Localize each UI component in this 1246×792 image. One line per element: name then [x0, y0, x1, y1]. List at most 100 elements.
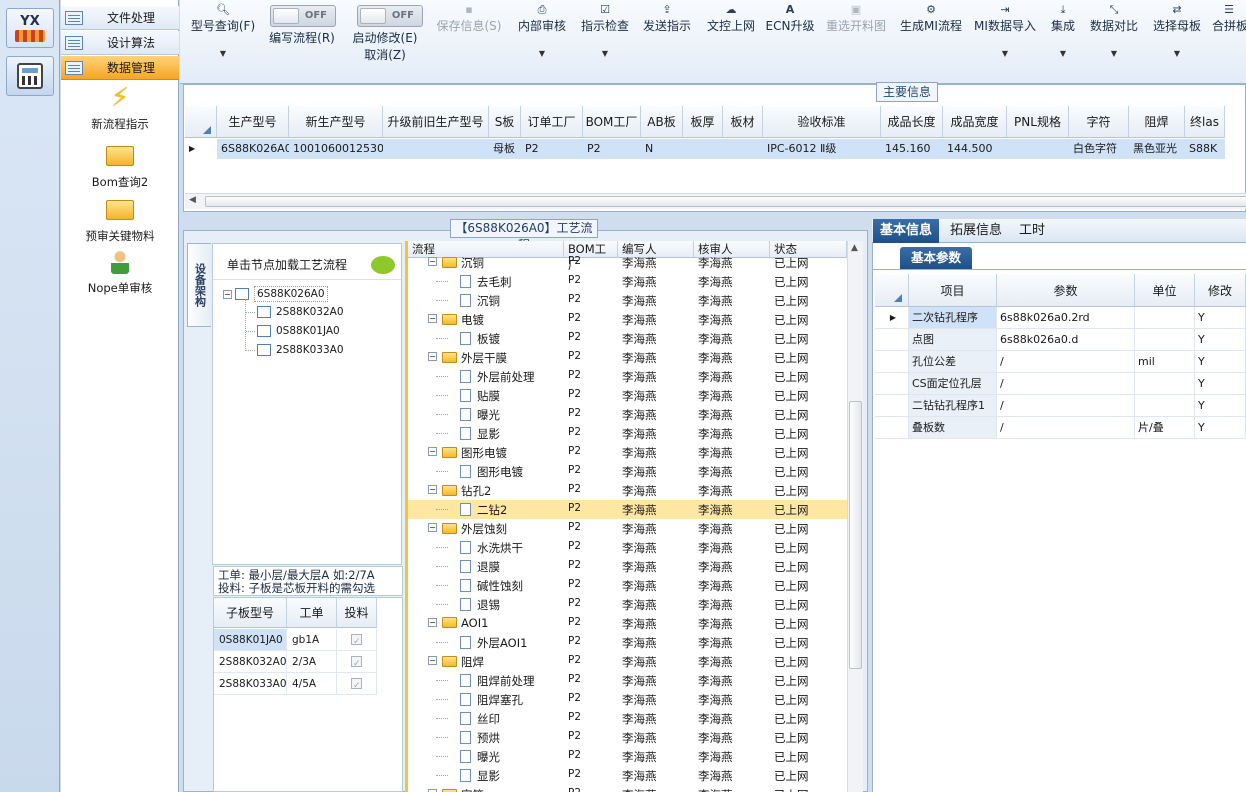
tool-key-material[interactable]: 预审关键物料	[61, 194, 179, 244]
grid-cell[interactable]: P2	[583, 139, 641, 159]
tool-nope-review[interactable]: Nope单审核	[61, 246, 179, 296]
process-row[interactable]: 水洗烘干 P2 李海燕 李海燕 已上网	[408, 538, 847, 557]
reselect-cutting-button[interactable]: ▣ 重选开料图	[821, 2, 891, 34]
column-header[interactable]: 单位	[1135, 274, 1195, 307]
column-header[interactable]: 生产型号	[217, 106, 289, 138]
param-edit[interactable]: Y	[1195, 351, 1246, 373]
sub-board-order[interactable]: 4/5A	[287, 673, 337, 695]
column-header[interactable]: 升级前旧生产型号	[383, 106, 489, 138]
tab-basic-params[interactable]: 基本参数	[900, 247, 972, 269]
sub-board-order[interactable]: 2/3A	[287, 651, 337, 673]
grid-cell[interactable]: S88K	[1185, 139, 1225, 159]
param-unit[interactable]: mil	[1135, 351, 1195, 373]
grid-cell[interactable]: 黑色亚光	[1129, 139, 1185, 159]
nav-item-file[interactable]: 文件处理	[61, 6, 179, 30]
column-header[interactable]: 阻焊	[1129, 106, 1185, 138]
scroll-up-icon[interactable]: ▲	[851, 243, 858, 253]
process-row[interactable]: 阻焊塞孔 P2 李海燕 李海燕 已上网	[408, 690, 847, 709]
param-item[interactable]: 孔位公差	[909, 351, 997, 373]
param-value[interactable]: /	[997, 395, 1135, 417]
send-instruction-button[interactable]: ⇪ 发送指示	[638, 2, 696, 34]
calculator-nav-button[interactable]	[6, 56, 54, 96]
checkbox-icon[interactable]	[351, 675, 362, 697]
grid-cell[interactable]: 母板	[489, 139, 521, 159]
grid-cell[interactable]	[723, 139, 763, 159]
collapse-icon[interactable]: −	[428, 447, 437, 456]
integrate-button[interactable]: ⤓ 集成 ▼	[1044, 2, 1082, 62]
column-header[interactable]: 参数	[997, 274, 1135, 307]
param-edit[interactable]: Y	[1195, 307, 1246, 329]
feed-checkbox[interactable]	[337, 673, 377, 697]
sub-board-model[interactable]: 2S88K033A0	[214, 673, 287, 695]
grid-cell[interactable]: 144.500	[943, 139, 1007, 159]
process-row[interactable]: − 钻孔2 P2 李海燕 李海燕 已上网	[408, 481, 847, 500]
grid-cell[interactable]: IPC-6012 Ⅱ级	[763, 139, 881, 159]
param-item[interactable]: 二钻钻孔程序1	[909, 395, 997, 417]
internal-review-button[interactable]: ⎙ 内部审核 ▼	[512, 2, 572, 62]
process-row[interactable]: − 阻焊 P2 李海燕 李海燕 已上网	[408, 652, 847, 671]
process-row[interactable]: − AOI1 P2 李海燕 李海燕 已上网	[408, 614, 847, 633]
sub-board-order[interactable]: gb1A	[287, 629, 337, 651]
param-edit[interactable]: Y	[1195, 329, 1246, 351]
grid-cell[interactable]: 6S88K026A0	[217, 139, 289, 159]
doc-control-online-button[interactable]: ☁ 文控上网	[701, 2, 761, 34]
process-row[interactable]: − 沉铜 P2 李海燕 李海燕 已上网	[408, 253, 847, 272]
ecn-upgrade-button[interactable]: A ECN升级	[764, 2, 816, 34]
param-edit[interactable]: Y	[1195, 373, 1246, 395]
save-info-button[interactable]: ▪ 保存信息(S)	[432, 2, 506, 34]
process-row[interactable]: 贴膜 P2 李海燕 李海燕 已上网	[408, 386, 847, 405]
model-query-button[interactable]: 🔍︎ 型号查询(F) ▼	[188, 2, 258, 62]
param-value[interactable]: /	[997, 351, 1135, 373]
mi-import-button[interactable]: ⇥ MI数据导入 ▼	[970, 2, 1040, 62]
column-header[interactable]: 投料	[337, 598, 377, 628]
scroll-left-icon[interactable]: ◀	[189, 195, 196, 205]
column-header[interactable]: 修改	[1195, 274, 1246, 307]
param-item[interactable]: 点图	[909, 329, 997, 351]
column-header[interactable]: 验收标准	[763, 106, 881, 138]
sub-board-model[interactable]: 0S88K01JA0	[214, 629, 287, 651]
process-row[interactable]: 图形电镀 P2 李海燕 李海燕 已上网	[408, 462, 847, 481]
process-row[interactable]: −字符P2李海燕李海燕已上网	[408, 785, 847, 792]
process-row[interactable]: 退锡 P2 李海燕 李海燕 已上网	[408, 595, 847, 614]
column-header[interactable]: 终las	[1185, 106, 1225, 138]
process-row[interactable]: 沉铜 P2 李海燕 李海燕 已上网	[408, 291, 847, 310]
data-compare-button[interactable]: ⤡ 数据对比 ▼	[1086, 2, 1142, 62]
process-row[interactable]: 预烘 P2 李海燕 李海燕 已上网	[408, 728, 847, 747]
checkbox-icon[interactable]	[351, 631, 362, 653]
collapse-icon[interactable]: −	[428, 257, 437, 266]
process-row[interactable]: 退膜 P2 李海燕 李海燕 已上网	[408, 557, 847, 576]
collapse-icon[interactable]: −	[428, 656, 437, 665]
scroll-thumb[interactable]	[205, 196, 1246, 207]
column-header[interactable]: 成品宽度	[943, 106, 1007, 138]
tool-new-process[interactable]: ⚡ 新流程指示	[61, 82, 179, 132]
grid-cell[interactable]: N	[641, 139, 683, 159]
process-row[interactable]: − 外层干膜 P2 李海燕 李海燕 已上网	[408, 348, 847, 367]
tab-work-hours[interactable]: 工时	[1012, 219, 1052, 243]
grid-cell[interactable]	[683, 139, 723, 159]
process-row[interactable]: 曝光 P2 李海燕 李海燕 已上网	[408, 405, 847, 424]
feed-checkbox[interactable]	[337, 651, 377, 675]
param-value[interactable]: 6s88k026a0.2rd	[997, 307, 1135, 329]
collapse-icon[interactable]: −	[428, 618, 437, 627]
tree-child[interactable]: 2S88K033A0	[246, 343, 344, 357]
side-tab-equipment[interactable]: 设备架构	[187, 243, 211, 327]
column-header[interactable]: 工单	[287, 598, 337, 628]
grid-cell[interactable]: 白色字符	[1069, 139, 1129, 159]
collapse-icon[interactable]: −	[223, 289, 232, 299]
process-row[interactable]: 外层前处理 P2 李海燕 李海燕 已上网	[408, 367, 847, 386]
collapse-icon[interactable]: −	[428, 352, 437, 361]
feed-checkbox[interactable]	[337, 629, 377, 653]
column-header[interactable]: 字符	[1069, 106, 1129, 138]
process-row[interactable]: 碱性蚀刻 P2 李海燕 李海燕 已上网	[408, 576, 847, 595]
param-unit[interactable]	[1135, 329, 1195, 351]
grid-cell[interactable]	[1007, 139, 1069, 159]
param-value[interactable]: /	[997, 417, 1135, 439]
checkbox-icon[interactable]	[351, 653, 362, 675]
collapse-icon[interactable]: −	[428, 314, 437, 323]
column-header[interactable]: S板	[489, 106, 521, 138]
process-row[interactable]: 丝印 P2 李海燕 李海燕 已上网	[408, 709, 847, 728]
process-row[interactable]: − 外层蚀刻 P2 李海燕 李海燕 已上网	[408, 519, 847, 538]
vertical-scrollbar[interactable]: ▲	[847, 241, 863, 792]
process-row[interactable]: 显影 P2 李海燕 李海燕 已上网	[408, 424, 847, 443]
tab-basic-info[interactable]: 基本信息	[873, 219, 940, 243]
